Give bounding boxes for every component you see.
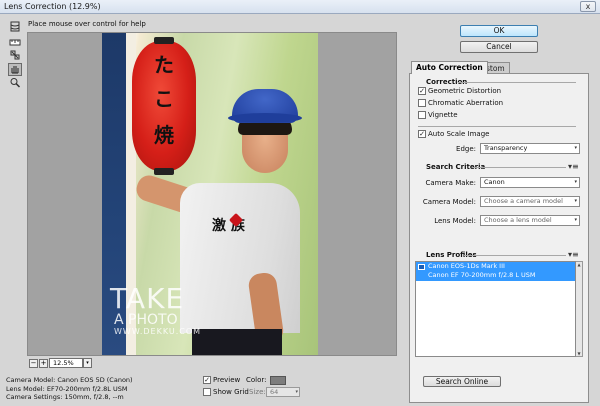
show-grid-checkbox[interactable] <box>203 388 211 396</box>
close-button[interactable]: x <box>580 1 596 12</box>
profile-lens: Canon EF 70-200mm f/2.8 L USM <box>428 271 536 279</box>
zoom-out-button[interactable]: − <box>29 359 38 368</box>
move-grid-icon <box>10 50 20 60</box>
camera-model-label: Camera Model: <box>422 198 476 206</box>
zoom-tool[interactable] <box>8 76 22 89</box>
image-preview[interactable]: た こ 焼 激 族 TAKE A PHOTO WWW.DEKKU.COM <box>27 32 397 356</box>
chevron-down-icon: ▾ <box>295 389 298 395</box>
window-title: Lens Correction (12.9%) <box>4 2 101 11</box>
title-bar: Lens Correction (12.9%) x <box>0 0 600 14</box>
show-grid-label: Show Grid <box>213 388 249 396</box>
search-criteria-menu-icon[interactable]: ▾≡ <box>568 162 579 171</box>
move-grid-tool[interactable] <box>8 48 22 61</box>
lens-model-label: Lens Model: <box>434 217 476 225</box>
zoom-icon <box>10 78 21 88</box>
camera-make-select[interactable]: Canon ▾ <box>480 177 580 188</box>
camera-settings-info: Camera Settings: 150mm, f/2.8, --m <box>6 393 124 401</box>
lens-profiles-list[interactable]: Canon EOS-1Ds Mark III Canon EF 70-200mm… <box>415 261 576 357</box>
lens-model-select[interactable]: Choose a lens model ▾ <box>480 215 580 226</box>
color-label: Color: <box>246 376 267 384</box>
camera-make-label: Camera Make: <box>425 179 477 187</box>
hand-tool[interactable] <box>8 63 22 76</box>
lens-profiles-scrollbar[interactable]: ▲ ▼ <box>576 261 583 357</box>
chromatic-aberration-checkbox[interactable] <box>418 99 426 107</box>
remove-distortion-icon <box>10 21 20 32</box>
chevron-down-icon: ▾ <box>574 198 577 204</box>
vignette-checkbox[interactable] <box>418 111 426 119</box>
cancel-button[interactable]: Cancel <box>460 41 538 53</box>
profile-camera: Canon EOS-1Ds Mark III <box>428 262 505 270</box>
search-online-button[interactable]: Search Online <box>423 376 501 387</box>
scroll-down-icon: ▼ <box>577 351 581 356</box>
ok-button[interactable]: OK <box>460 25 538 37</box>
vignette-label: Vignette <box>428 111 458 119</box>
edge-select[interactable]: Transparency ▾ <box>480 143 580 154</box>
dialog-client: Place mouse over control for help た こ 焼 <box>0 14 600 406</box>
edge-label: Edge: <box>456 145 476 153</box>
camera-icon <box>418 264 425 270</box>
list-item[interactable]: Canon EOS-1Ds Mark III Canon EF 70-200mm… <box>416 262 575 281</box>
size-label: Size: <box>249 388 266 396</box>
hand-icon <box>11 66 19 74</box>
tab-auto-correction[interactable]: Auto Correction <box>411 61 488 74</box>
grid-size-input[interactable]: 64 ▾ <box>266 387 300 397</box>
straighten-icon <box>9 39 21 46</box>
auto-scale-checkbox[interactable]: ✓ <box>418 130 426 138</box>
auto-scale-label: Auto Scale Image <box>428 130 490 138</box>
help-text: Place mouse over control for help <box>28 20 146 28</box>
lens-profiles-menu-icon[interactable]: ▾≡ <box>568 250 579 259</box>
geometric-distortion-label: Geometric Distortion <box>428 87 502 95</box>
chromatic-aberration-label: Chromatic Aberration <box>428 99 504 107</box>
chevron-down-icon: ▾ <box>574 217 577 223</box>
grid-color-swatch[interactable] <box>270 376 286 385</box>
lens-model-info: Lens Model: EF70-200mm f/2.8L USM <box>6 384 128 393</box>
preview-checkbox[interactable]: ✓ <box>203 376 211 384</box>
geometric-distortion-checkbox[interactable]: ✓ <box>418 87 426 95</box>
scroll-up-icon: ▲ <box>577 262 581 267</box>
camera-info: Camera Model: Canon EOS 5D (Canon) Lens … <box>6 376 133 402</box>
camera-model-info: Camera Model: Canon EOS 5D (Canon) <box>6 376 133 384</box>
zoom-dropdown-button[interactable]: ▾ <box>83 358 92 368</box>
preview-photo: た こ 焼 激 族 TAKE A PHOTO WWW.DEKKU.COM <box>102 33 318 355</box>
photo-watermark: TAKE A PHOTO WWW.DEKKU.COM <box>110 282 202 337</box>
photo-hat <box>228 89 302 123</box>
remove-distortion-tool[interactable] <box>8 20 22 33</box>
photo-lantern: た こ 焼 <box>132 37 196 175</box>
correction-panel: Auto Correction Custom Correction ✓ Geom… <box>409 61 589 403</box>
chevron-down-icon: ▾ <box>574 179 577 185</box>
zoom-level-input[interactable]: 12.5% <box>49 358 83 368</box>
preview-label: Preview <box>213 376 241 384</box>
camera-model-select[interactable]: Choose a camera model ▾ <box>480 196 580 207</box>
chevron-down-icon: ▾ <box>574 145 577 151</box>
zoom-in-button[interactable]: + <box>39 359 48 368</box>
